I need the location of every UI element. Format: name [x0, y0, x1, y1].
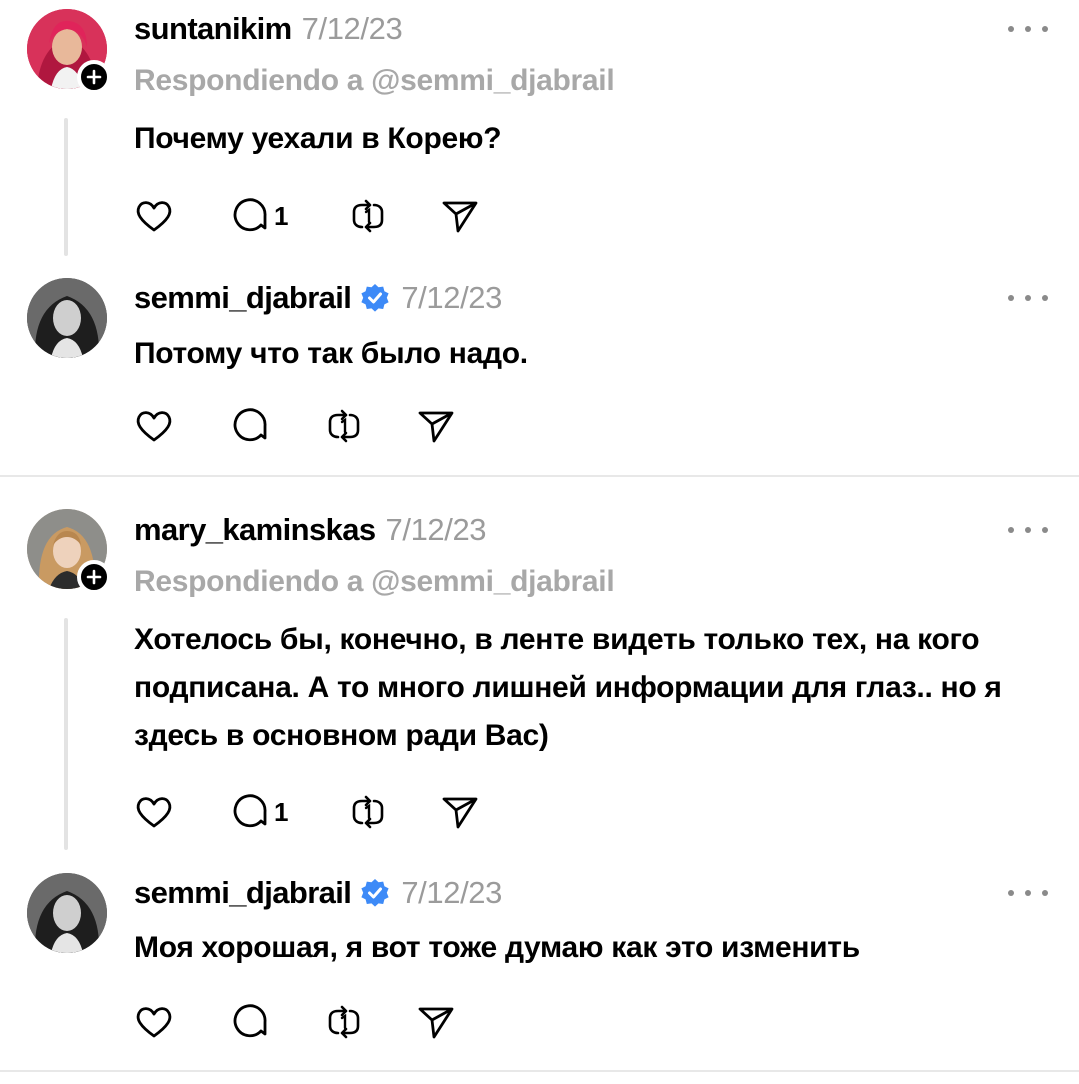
comment-icon [233, 1004, 267, 1038]
send-icon [442, 201, 478, 233]
repost-icon [352, 199, 384, 233]
comment-button[interactable] [230, 1000, 270, 1044]
comment-button[interactable]: 1 [230, 790, 288, 834]
share-button[interactable] [416, 1000, 456, 1044]
comment-icon [233, 794, 267, 828]
comment-button[interactable] [230, 404, 270, 448]
comment-icon [233, 198, 267, 232]
send-icon [418, 1007, 454, 1039]
comment-icon [233, 408, 267, 442]
post-header: semmi_djabrail 7/12/23 [134, 276, 502, 320]
username[interactable]: mary_kaminskas [134, 512, 376, 548]
like-button[interactable] [134, 1000, 174, 1044]
repost-icon [352, 795, 384, 829]
more-icon[interactable] [1008, 883, 1048, 903]
comment-button[interactable]: 1 [230, 194, 288, 238]
heart-icon [136, 411, 172, 442]
username[interactable]: semmi_djabrail [134, 875, 352, 911]
divider [0, 475, 1079, 477]
post-text: Моя хорошая, я вот тоже думаю как это из… [134, 931, 860, 964]
avatar[interactable] [27, 278, 107, 358]
comment-count: 1 [274, 796, 289, 827]
plus-icon [86, 69, 102, 85]
more-icon[interactable] [1008, 520, 1048, 540]
like-button[interactable] [134, 194, 174, 238]
repost-button[interactable] [348, 194, 388, 238]
follow-button[interactable] [77, 560, 111, 594]
username[interactable]: semmi_djabrail [134, 280, 352, 316]
divider [0, 1070, 1079, 1072]
username[interactable]: suntanikim [134, 11, 292, 47]
follow-button[interactable] [77, 60, 111, 94]
thread-line [64, 618, 68, 850]
verified-badge-icon [361, 879, 389, 907]
post-date: 7/12/23 [401, 875, 502, 910]
thread-line [64, 118, 68, 256]
post-text: Хотелось бы, конечно, в ленте видеть тол… [134, 623, 1002, 752]
repost-icon [328, 409, 360, 443]
repost-icon [328, 1005, 360, 1039]
verified-badge-icon [361, 284, 389, 312]
heart-icon [136, 201, 172, 232]
post-date: 7/12/23 [301, 11, 403, 46]
send-icon [442, 797, 478, 829]
post-header: mary_kaminskas 7/12/23 [134, 508, 487, 552]
share-button[interactable] [416, 404, 456, 448]
avatar[interactable] [27, 873, 107, 953]
comment-count: 1 [274, 200, 289, 231]
share-button[interactable] [440, 194, 480, 238]
replying-to[interactable]: Respondiendo a @semmi_djabrail [134, 565, 615, 599]
post-text: Почему уехали в Корею? [134, 122, 502, 155]
post-header: semmi_djabrail 7/12/23 [134, 871, 502, 915]
post-date: 7/12/23 [385, 512, 487, 547]
share-button[interactable] [440, 790, 480, 834]
send-icon [418, 411, 454, 443]
more-icon[interactable] [1008, 19, 1048, 39]
replying-to[interactable]: Respondiendo a @semmi_djabrail [134, 64, 615, 98]
post-header: suntanikim 7/12/23 [134, 7, 403, 51]
heart-icon [136, 797, 172, 828]
repost-button[interactable] [324, 1000, 364, 1044]
more-icon[interactable] [1008, 288, 1048, 308]
like-button[interactable] [134, 790, 174, 834]
post-date: 7/12/23 [401, 280, 502, 315]
repost-button[interactable] [324, 404, 364, 448]
repost-button[interactable] [348, 790, 388, 834]
like-button[interactable] [134, 404, 174, 448]
plus-icon [86, 569, 102, 585]
heart-icon [136, 1007, 172, 1038]
post-text: Потому что так было надо. [134, 337, 528, 370]
